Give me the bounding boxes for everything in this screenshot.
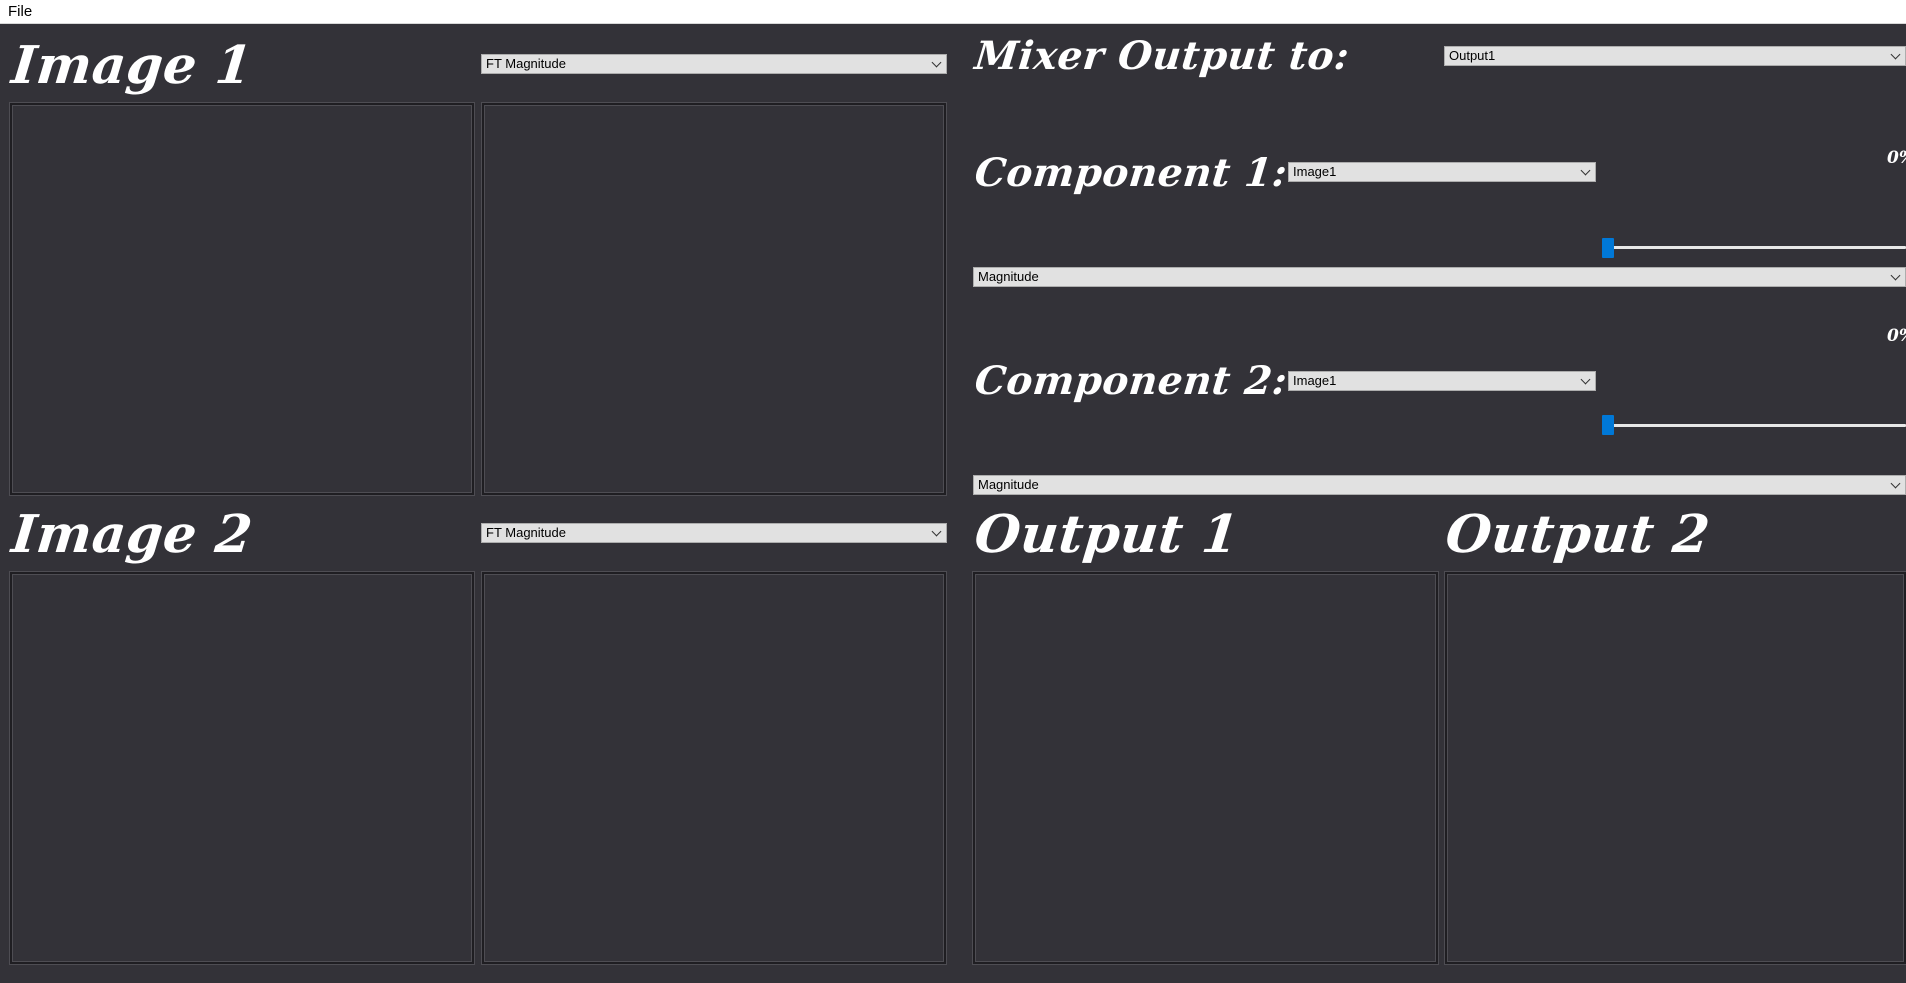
chevron-down-icon bbox=[1890, 478, 1901, 489]
image2-title: Image 2 bbox=[8, 504, 256, 565]
chevron-down-icon bbox=[1890, 49, 1901, 60]
chevron-down-icon bbox=[931, 526, 942, 537]
component1-type-value: Magnitude bbox=[978, 269, 1039, 284]
component2-type-select[interactable]: Magnitude bbox=[973, 475, 1906, 495]
component1-type-select[interactable]: Magnitude bbox=[973, 267, 1906, 287]
component1-label: Component 1: bbox=[972, 150, 1290, 196]
menu-bar: File bbox=[0, 0, 1906, 24]
image2-original-view[interactable] bbox=[10, 572, 474, 964]
chevron-down-icon bbox=[931, 57, 942, 68]
component2-type-value: Magnitude bbox=[978, 477, 1039, 492]
image1-mode-select[interactable]: FT Magnitude bbox=[481, 54, 947, 74]
mixer-output-select[interactable]: Output1 bbox=[1444, 46, 1906, 66]
image1-title: Image 1 bbox=[8, 35, 256, 96]
file-menu[interactable]: File bbox=[8, 3, 32, 20]
output2-view[interactable] bbox=[1445, 572, 1906, 964]
component2-slider-handle[interactable] bbox=[1602, 415, 1614, 435]
image2-component-view[interactable] bbox=[482, 572, 946, 964]
component1-slider-track[interactable] bbox=[1608, 246, 1906, 249]
component1-source-value: Image1 bbox=[1293, 164, 1337, 179]
chevron-down-icon bbox=[1580, 165, 1591, 176]
component2-slider-track[interactable] bbox=[1608, 424, 1906, 427]
output1-view[interactable] bbox=[973, 572, 1438, 964]
component1-percent: 0% bbox=[1887, 148, 1906, 168]
chevron-down-icon bbox=[1890, 270, 1901, 281]
mixer-output-label: Mixer Output to: bbox=[972, 33, 1352, 79]
component2-percent: 0% bbox=[1887, 326, 1906, 346]
component2-source-value: Image1 bbox=[1293, 373, 1337, 388]
image1-mode-value: FT Magnitude bbox=[486, 56, 566, 71]
component1-slider-handle[interactable] bbox=[1602, 238, 1614, 258]
component2-source-select[interactable]: Image1 bbox=[1288, 371, 1596, 391]
image2-mode-select[interactable]: FT Magnitude bbox=[481, 523, 947, 543]
image1-original-view[interactable] bbox=[10, 103, 474, 495]
output1-title: Output 1 bbox=[971, 504, 1242, 565]
component1-source-select[interactable]: Image1 bbox=[1288, 162, 1596, 182]
image2-mode-value: FT Magnitude bbox=[486, 525, 566, 540]
component2-label: Component 2: bbox=[972, 358, 1290, 404]
image1-component-view[interactable] bbox=[482, 103, 946, 495]
mixer-output-value: Output1 bbox=[1449, 48, 1496, 63]
chevron-down-icon bbox=[1580, 374, 1591, 385]
output2-title: Output 2 bbox=[1442, 504, 1713, 565]
